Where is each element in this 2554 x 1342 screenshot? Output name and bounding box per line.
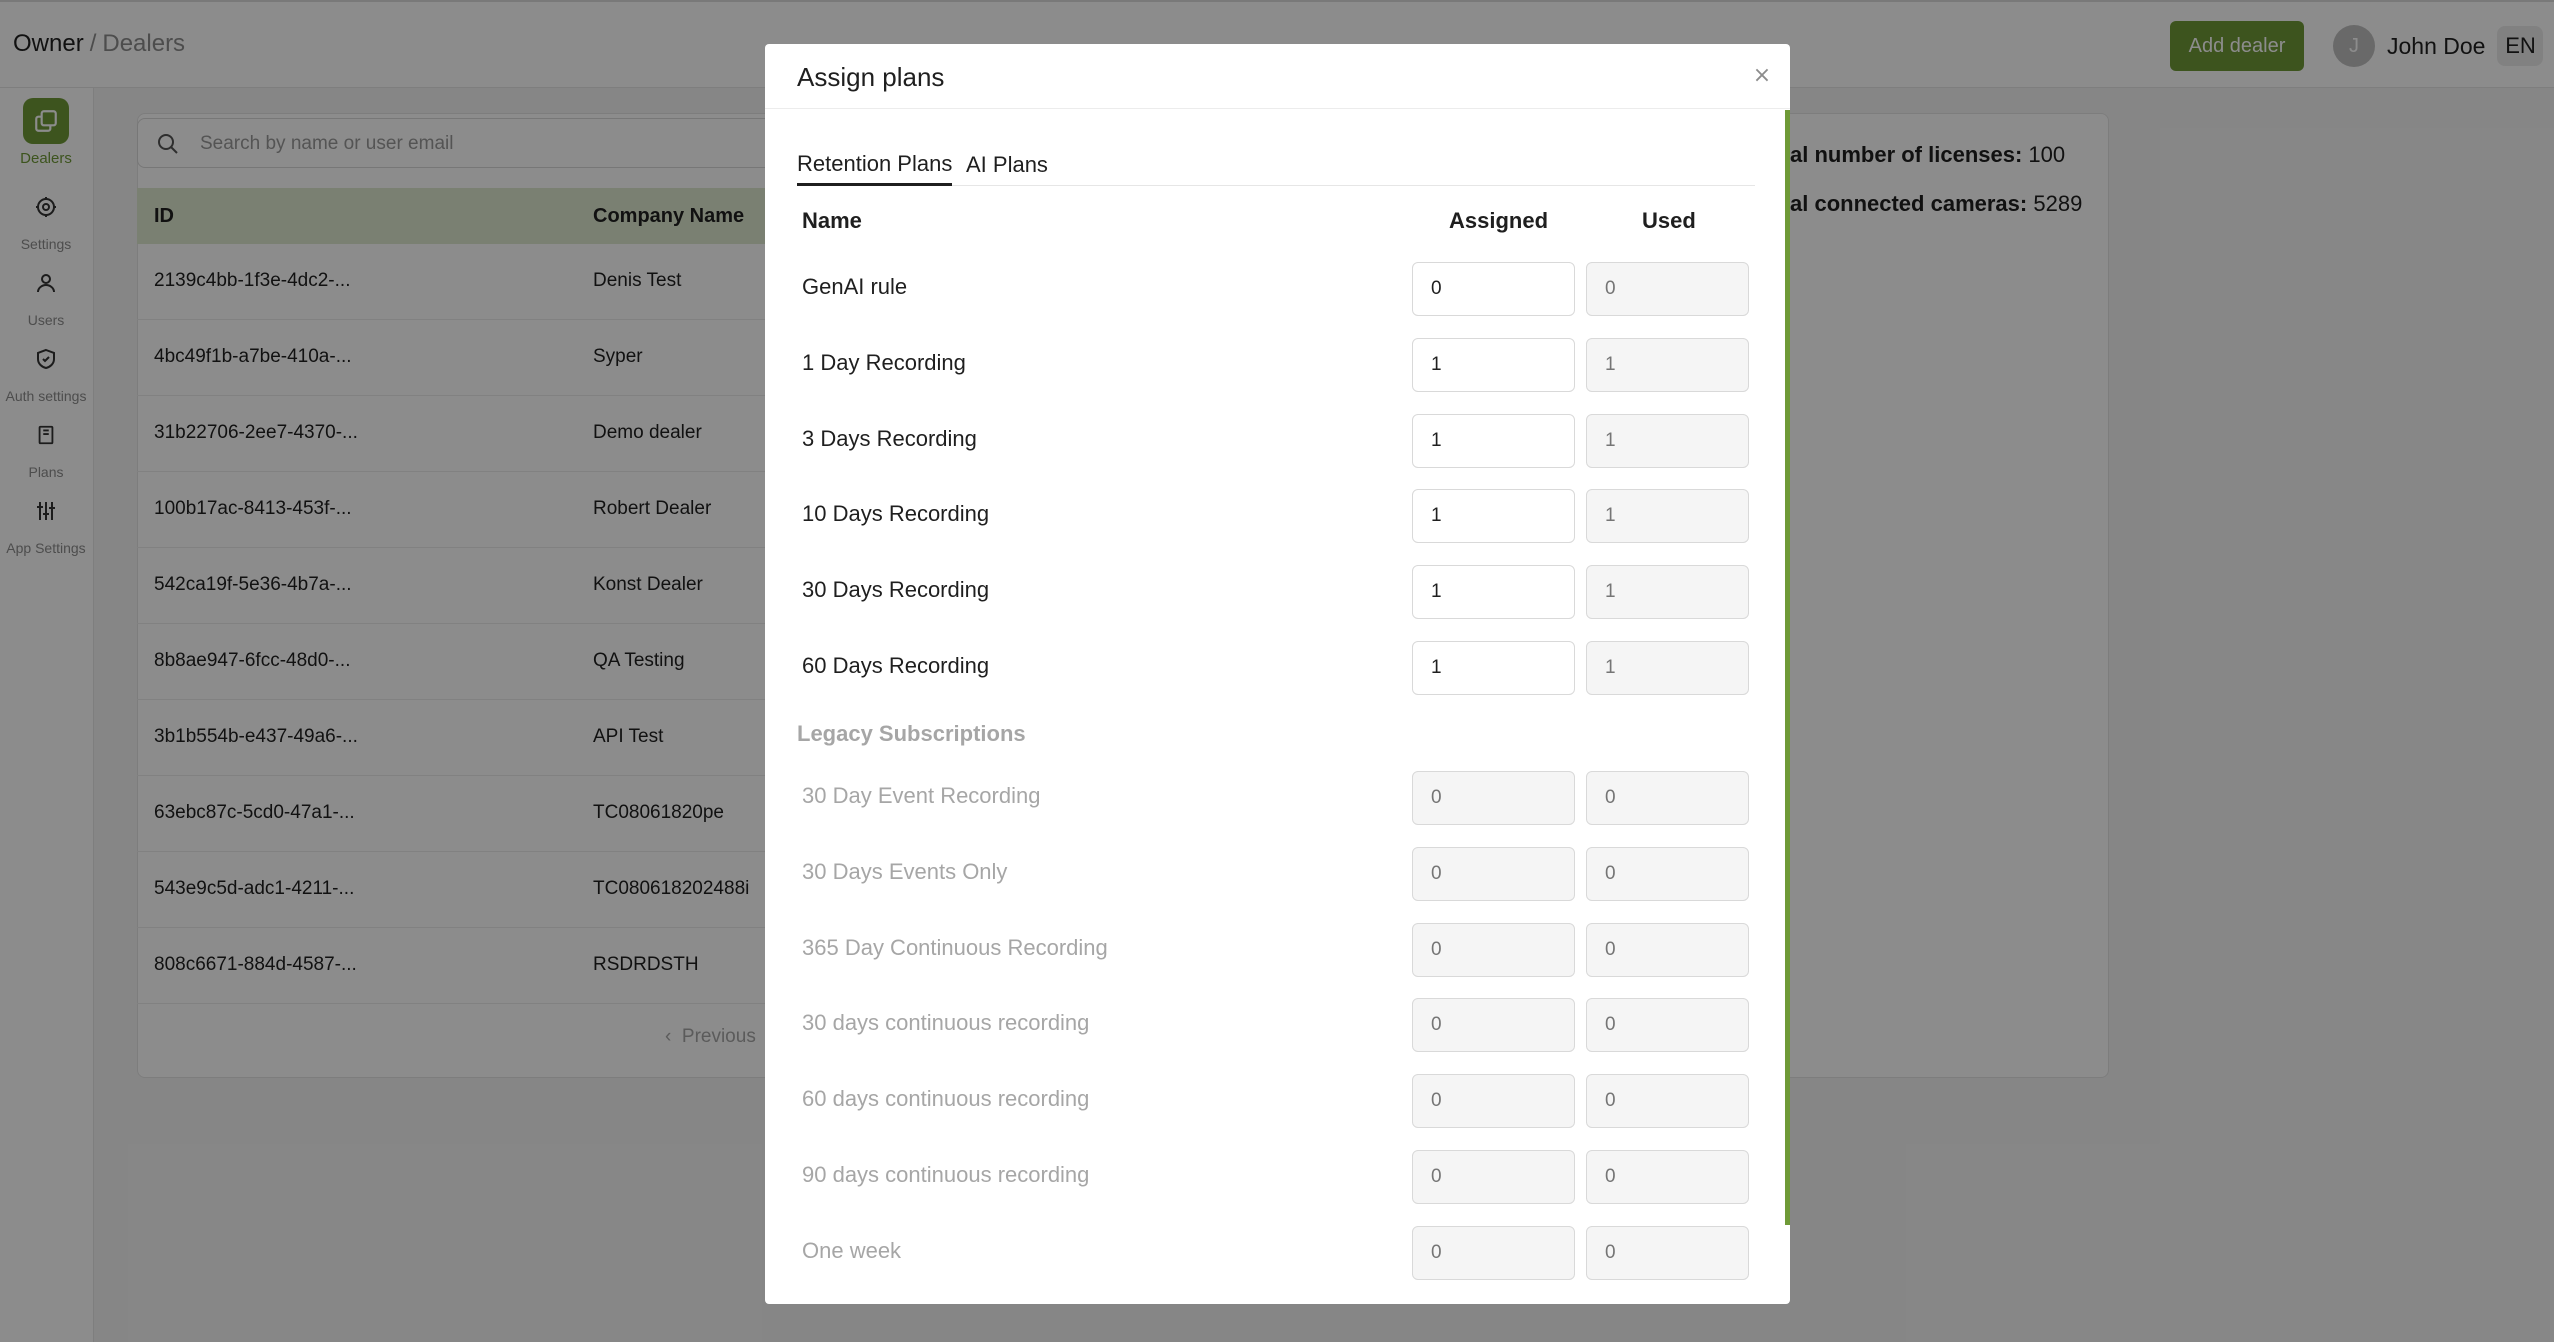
plan-name: 60 Days Recording — [802, 653, 990, 678]
legacy-row-30-day-event-recording: 30 Day Event Recording — [765, 771, 1785, 827]
plan-name: GenAI rule — [802, 274, 908, 299]
column-header-used: Used — [1642, 208, 1696, 233]
modal-header: Assign plans × — [765, 44, 1790, 109]
plan-name: 30 Day Event Recording — [802, 783, 1041, 808]
plan-row-10-days-recording: 10 Days Recording — [765, 489, 1785, 545]
plan-name: 30 days continuous recording — [802, 1010, 1090, 1035]
assigned-input[interactable] — [1412, 414, 1575, 468]
assigned-input — [1412, 771, 1575, 825]
legacy-subscriptions-heading: Legacy Subscriptions — [797, 721, 1026, 746]
plan-name: 90 days continuous recording — [802, 1162, 1090, 1187]
used-input — [1586, 414, 1749, 468]
plan-name: 30 Days Recording — [802, 577, 990, 602]
assigned-input — [1412, 923, 1575, 977]
assigned-input[interactable] — [1412, 262, 1575, 316]
plan-name: One week — [802, 1238, 902, 1263]
used-input — [1586, 641, 1749, 695]
column-header-assigned: Assigned — [1449, 208, 1549, 233]
assign-plans-modal: Assign plans × Retention Plans AI Plans … — [765, 44, 1790, 1304]
assigned-input — [1412, 1226, 1575, 1280]
used-input — [1586, 565, 1749, 619]
assigned-input[interactable] — [1412, 565, 1575, 619]
plan-tabs: Retention Plans AI Plans — [797, 144, 1755, 186]
plan-name: 30 Days Events Only — [802, 859, 1008, 884]
used-input — [1586, 998, 1749, 1052]
legacy-row-30-days-events-only: 30 Days Events Only — [765, 847, 1785, 903]
plan-row-60-days-recording: 60 Days Recording — [765, 641, 1785, 697]
plan-name: 3 Days Recording — [802, 426, 977, 451]
assigned-input — [1412, 1074, 1575, 1128]
plan-row-genai-rule: GenAI rule — [765, 262, 1785, 318]
assigned-input[interactable] — [1412, 489, 1575, 543]
plan-row-30-days-recording: 30 Days Recording — [765, 565, 1785, 621]
assigned-input — [1412, 847, 1575, 901]
plan-name: 10 Days Recording — [802, 501, 990, 526]
legacy-row-one-week: One week — [765, 1226, 1785, 1282]
assigned-input — [1412, 998, 1575, 1052]
used-input — [1586, 338, 1749, 392]
used-input — [1586, 1074, 1749, 1128]
used-input — [1586, 262, 1749, 316]
used-input — [1586, 1226, 1749, 1280]
used-input — [1586, 1150, 1749, 1204]
legacy-row-365-day-continuous-recording: 365 Day Continuous Recording — [765, 923, 1785, 979]
assigned-input[interactable] — [1412, 338, 1575, 392]
legacy-row-60-days-continuous-recording: 60 days continuous recording — [765, 1074, 1785, 1130]
plan-name: 60 days continuous recording — [802, 1086, 1090, 1111]
assigned-input — [1412, 1150, 1575, 1204]
plan-name: 1 Day Recording — [802, 350, 966, 375]
used-input — [1586, 489, 1749, 543]
column-header-name: Name — [802, 208, 862, 233]
used-input — [1586, 923, 1749, 977]
legacy-row-90-days-continuous-recording: 90 days continuous recording — [765, 1150, 1785, 1206]
legacy-row-30-days-continuous-recording: 30 days continuous recording — [765, 998, 1785, 1054]
used-input — [1586, 847, 1749, 901]
modal-scrollbar[interactable] — [1785, 110, 1790, 1225]
tab-retention-plans[interactable]: Retention Plans — [797, 144, 953, 186]
close-icon[interactable]: × — [1750, 63, 1774, 88]
assigned-input[interactable] — [1412, 641, 1575, 695]
plan-name: 365 Day Continuous Recording — [802, 935, 1108, 960]
plan-row-1-day-recording: 1 Day Recording — [765, 338, 1785, 394]
plan-row-3-days-recording: 3 Days Recording — [765, 414, 1785, 470]
modal-title: Assign plans — [797, 62, 945, 92]
used-input — [1586, 771, 1749, 825]
tab-ai-plans[interactable]: AI Plans — [966, 144, 1048, 186]
